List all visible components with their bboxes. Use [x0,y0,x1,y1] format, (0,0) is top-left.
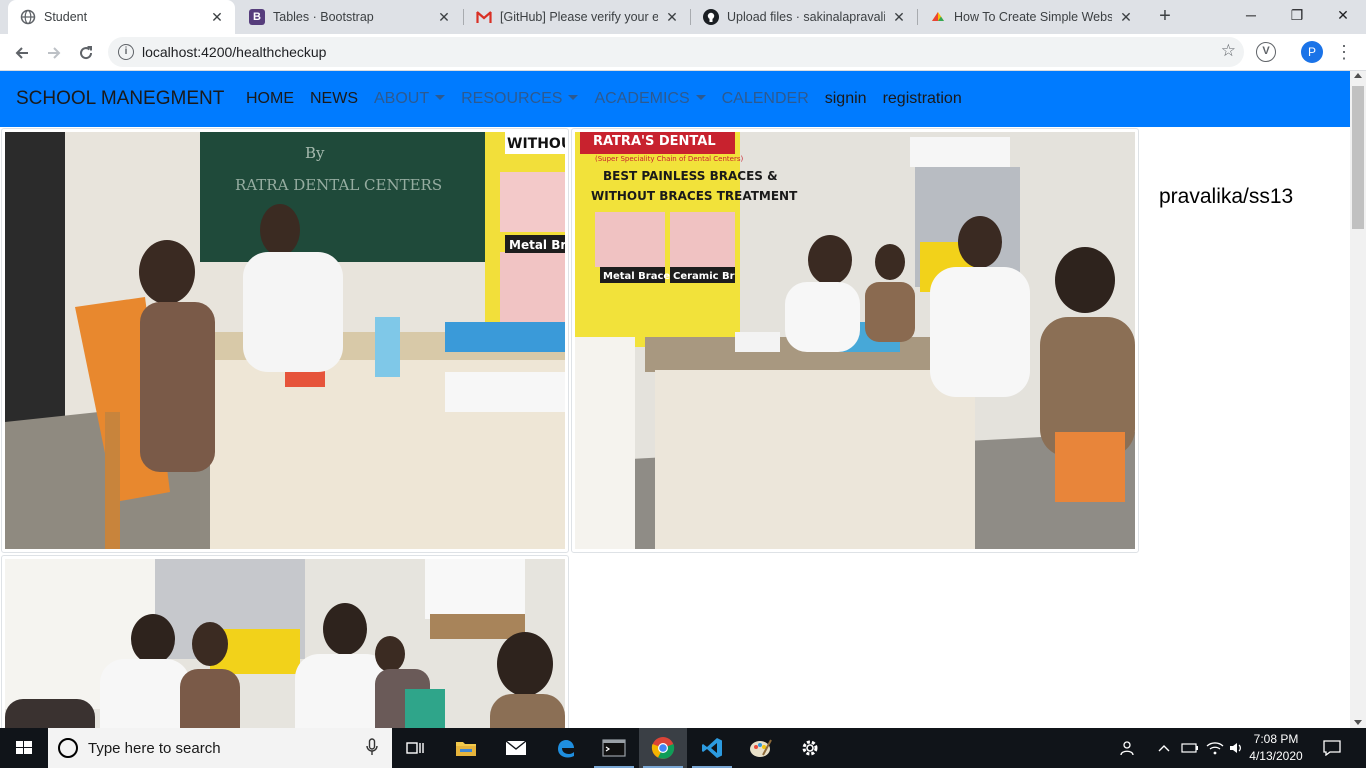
more-options-icon[interactable]: ⋮ [1335,38,1353,66]
svg-text:RATRA'S DENTAL: RATRA'S DENTAL [593,134,716,149]
extension-icon[interactable]: V [1256,42,1276,62]
nav-about-dropdown[interactable]: ABOUT [374,90,446,108]
health-checkup-photo-3 [1,555,569,728]
nav-home[interactable]: HOME [246,90,294,108]
tab-title: [GitHub] Please verify your em [500,10,658,24]
chevron-up-icon[interactable] [1158,728,1170,768]
reload-icon[interactable] [72,39,100,67]
close-window-button[interactable]: ✕ [1320,0,1366,30]
close-icon[interactable]: ✕ [664,9,680,26]
tab-simple-website[interactable]: How To Create Simple Website ✕ [918,0,1144,34]
github-icon [703,9,719,25]
close-icon[interactable]: ✕ [891,9,907,26]
svg-text:BEST PAINLESS BRACES &: BEST PAINLESS BRACES & [603,169,778,183]
svg-text:Metal Bra: Metal Bra [509,238,565,252]
svg-text:WITHOUT BRACES TREATMENT: WITHOUT BRACES TREATMENT [591,189,798,203]
file-explorer-icon[interactable] [442,728,490,768]
scroll-down-arrow-icon[interactable] [1354,720,1362,725]
tab-title: Tables · Bootstrap [273,10,374,24]
restore-button[interactable]: ❐ [1274,0,1320,30]
svg-text:Ceramic Br: Ceramic Br [673,271,735,282]
svg-text:Metal Braces: Metal Braces [603,271,676,282]
mail-icon[interactable] [492,728,540,768]
clock-time: 7:08 PM [1253,732,1299,746]
tab-student[interactable]: Student ✕ [8,0,235,34]
browser-tab-strip: Student ✕ B Tables · Bootstrap ✕ [GitHub… [0,0,1366,34]
tab-tables-bootstrap[interactable]: B Tables · Bootstrap ✕ [237,0,462,34]
url-text: localhost:4200/healthcheckup [142,44,327,60]
svg-text:WITHOUT: WITHOUT [507,136,565,152]
tab-title: Student [44,10,88,24]
svg-text:RATRA DENTAL CENTERS: RATRA DENTAL CENTERS [235,176,442,194]
web-page: SCHOOL MANEGMENT HOME NEWS ABOUT RESOURC… [0,71,1350,728]
nav-academics-dropdown[interactable]: ACADEMICS [594,90,706,108]
caret-down-icon [695,95,706,100]
scroll-up-arrow-icon[interactable] [1354,73,1362,78]
bootstrap-icon: B [249,9,265,25]
windows-start-icon[interactable] [0,728,48,768]
navbar-brand[interactable]: SCHOOL MANEGMENT [16,88,224,110]
google-logo-icon [930,9,946,25]
clock-date: 4/13/2020 [1249,749,1303,763]
nav-menu: HOME NEWS ABOUT RESOURCES ACADEMICS CALE… [246,90,962,108]
close-icon[interactable]: ✕ [209,9,225,26]
cortana-icon [58,738,78,758]
user-id-label: pravalika/ss13 [1159,185,1294,208]
new-tab-button[interactable]: + [1153,4,1177,28]
health-checkup-photo-1: By RATRA DENTAL CENTERS WITHOUT Metal Br… [1,128,569,553]
terminal-icon[interactable] [590,728,638,768]
nav-resources-dropdown[interactable]: RESOURCES [461,90,579,108]
forward-arrow-icon[interactable] [40,39,68,67]
site-navbar: SCHOOL MANEGMENT HOME NEWS ABOUT RESOURC… [0,71,1350,127]
globe-icon [20,9,36,25]
nav-news[interactable]: NEWS [310,90,358,108]
tab-title: Upload files · sakinalapravalika [727,10,885,24]
nav-registration[interactable]: registration [883,90,962,108]
paint-icon[interactable] [737,728,785,768]
settings-gear-icon[interactable] [786,728,834,768]
wifi-icon[interactable] [1206,728,1224,768]
svg-text:(Super Speciality Chain of Den: (Super Speciality Chain of Dental Center… [595,155,743,163]
page-scrollbar[interactable] [1350,71,1366,728]
system-clock[interactable]: 7:08 PM 4/13/2020 [1236,731,1316,765]
svg-text:By: By [305,144,325,162]
search-placeholder: Type here to search [88,740,221,757]
people-icon[interactable] [1120,728,1138,768]
nav-signin[interactable]: signin [825,90,867,108]
caret-down-icon [435,95,446,100]
gmail-icon [476,9,492,25]
edge-icon[interactable] [541,728,589,768]
minimize-button[interactable]: ─ [1228,0,1274,30]
caret-down-icon [568,95,579,100]
vscode-icon[interactable] [688,728,736,768]
tab-title: How To Create Simple Website [954,10,1112,24]
back-arrow-icon[interactable] [8,39,36,67]
bookmark-star-icon[interactable]: ☆ [1221,41,1236,61]
tab-upload-files[interactable]: Upload files · sakinalapravalika ✕ [691,0,917,34]
close-icon[interactable]: ✕ [1118,9,1134,26]
microphone-icon[interactable] [366,738,378,760]
browser-toolbar: i localhost:4200/healthcheckup ☆ [0,34,1366,71]
task-view-icon[interactable] [392,728,440,768]
chrome-icon[interactable] [639,728,687,768]
nav-calender[interactable]: CALENDER [722,90,809,108]
windows-taskbar: Type here to search 7:08 PM 4/13/2020 [0,728,1366,768]
notifications-icon[interactable] [1323,728,1341,768]
tab-github-verify[interactable]: [GitHub] Please verify your em ✕ [464,0,690,34]
site-info-icon[interactable]: i [118,44,134,60]
battery-icon[interactable] [1181,728,1199,768]
health-checkup-photo-2: RATRA'S DENTAL (Super Speciality Chain o… [571,128,1139,553]
profile-avatar[interactable]: P [1301,41,1323,63]
scrollbar-thumb[interactable] [1352,86,1364,229]
close-icon[interactable]: ✕ [436,9,452,26]
address-bar[interactable]: i localhost:4200/healthcheckup ☆ [108,37,1244,67]
taskbar-search-box[interactable]: Type here to search [48,728,392,768]
